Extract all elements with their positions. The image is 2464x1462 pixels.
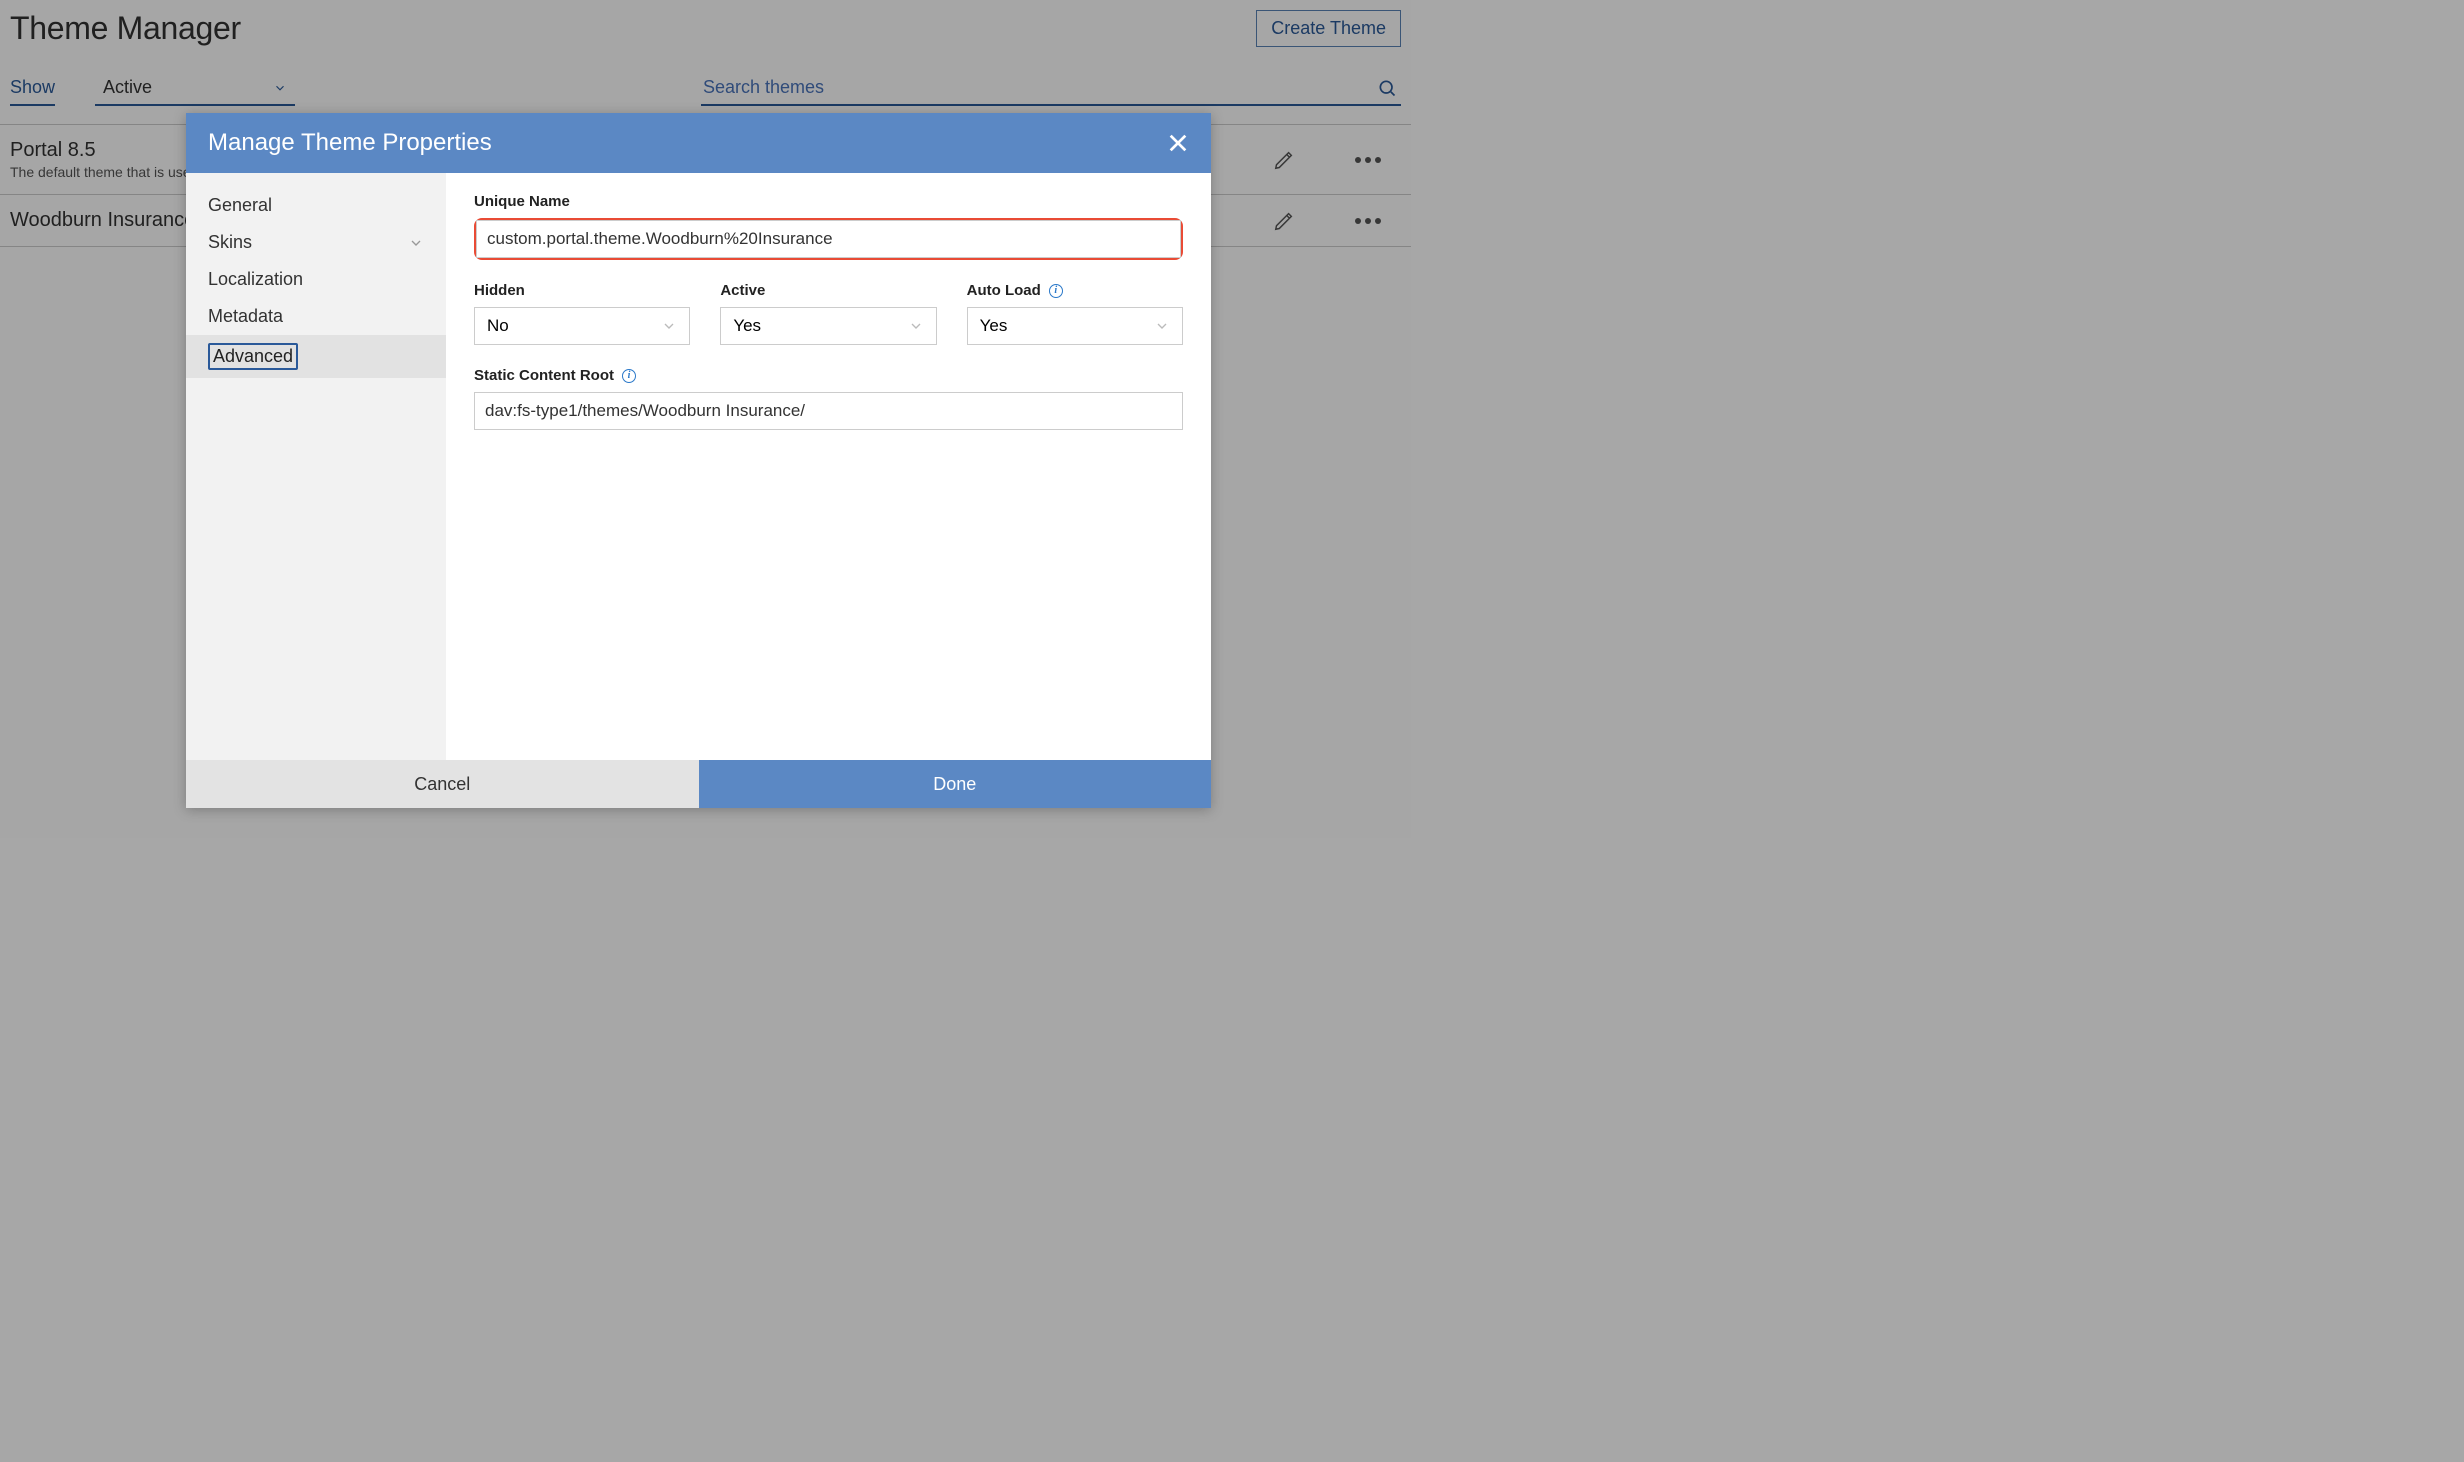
hidden-label: Hidden [474,282,690,299]
cancel-button[interactable]: Cancel [186,760,699,808]
autoload-label: Auto Load i [967,282,1183,299]
info-icon[interactable]: i [1049,284,1063,298]
done-button[interactable]: Done [699,760,1212,808]
modal-main: Unique Name Hidden No Active [446,173,1211,760]
modal-header: Manage Theme Properties [186,113,1211,173]
sidebar-item-general[interactable]: General [186,187,446,224]
modal-footer: Cancel Done [186,760,1211,808]
static-root-input[interactable] [474,392,1183,430]
autoload-col: Auto Load i Yes [967,282,1183,345]
autoload-value: Yes [980,316,1008,336]
unique-name-input[interactable] [476,220,1181,258]
active-select[interactable]: Yes [720,307,936,345]
hidden-value: No [487,316,509,336]
sidebar-item-label: General [208,195,272,216]
chevron-down-icon [1154,318,1170,334]
sidebar-item-label: Skins [208,232,252,253]
sidebar-item-label: Localization [208,269,303,290]
modal-body: General Skins Localization Metadata Adva… [186,173,1211,760]
autoload-select[interactable]: Yes [967,307,1183,345]
sidebar-item-label: Metadata [208,306,283,327]
static-root-row: Static Content Root i [474,367,1183,430]
chevron-down-icon [908,318,924,334]
hidden-select[interactable]: No [474,307,690,345]
active-value: Yes [733,316,761,336]
sidebar-item-metadata[interactable]: Metadata [186,298,446,335]
chevron-down-icon [408,235,424,251]
static-root-label-text: Static Content Root [474,367,614,384]
page-root: Theme Manager Create Theme Show Active P… [0,0,1411,838]
info-icon[interactable]: i [622,369,636,383]
modal-title: Manage Theme Properties [208,129,492,157]
unique-name-label: Unique Name [474,193,1183,210]
sidebar-item-advanced[interactable]: Advanced [186,335,446,378]
chevron-down-icon [661,318,677,334]
sidebar-item-skins[interactable]: Skins [186,224,446,261]
modal-sidebar: General Skins Localization Metadata Adva… [186,173,446,760]
active-col: Active Yes [720,282,936,345]
hidden-col: Hidden No [474,282,690,345]
static-root-label: Static Content Root i [474,367,1183,384]
theme-properties-modal: Manage Theme Properties General Skins Lo… [186,113,1211,808]
sidebar-item-label: Advanced [208,343,298,370]
active-label: Active [720,282,936,299]
close-icon[interactable] [1167,132,1189,154]
autoload-label-text: Auto Load [967,282,1041,299]
sidebar-item-localization[interactable]: Localization [186,261,446,298]
flags-row: Hidden No Active Yes [474,282,1183,345]
unique-name-highlight [474,218,1183,260]
